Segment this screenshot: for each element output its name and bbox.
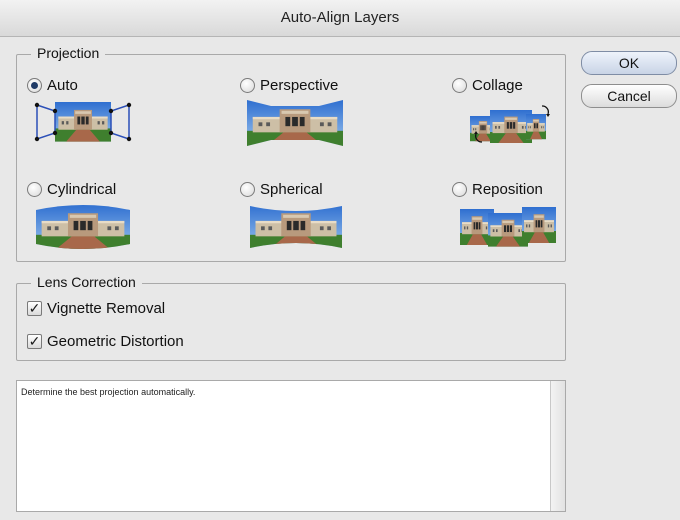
spherical-preview-thumbnail: [250, 206, 342, 248]
projection-option-spherical[interactable]: Spherical: [240, 181, 323, 198]
reposition-preview-thumbnail: [460, 207, 556, 247]
perspective-radio[interactable]: [240, 78, 255, 93]
perspective-preview-thumbnail: [247, 100, 343, 146]
projection-option-cylindrical[interactable]: Cylindrical: [27, 181, 116, 198]
description-box: Determine the best projection automatica…: [16, 380, 566, 512]
projection-option-perspective[interactable]: Perspective: [240, 77, 338, 94]
vignette-removal-checkbox[interactable]: ✓: [27, 301, 42, 316]
geometric-distortion-checkbox[interactable]: ✓: [27, 334, 42, 349]
projection-option-auto[interactable]: Auto: [27, 77, 78, 94]
perspective-label: Perspective: [260, 77, 339, 94]
description-text: Determine the best projection automatica…: [21, 387, 196, 397]
collage-label: Collage: [472, 77, 523, 94]
spherical-radio[interactable]: [240, 182, 255, 197]
reposition-radio[interactable]: [452, 182, 467, 197]
auto-preview-thumbnail: [34, 102, 132, 142]
spherical-label: Spherical: [260, 181, 323, 198]
projection-option-reposition[interactable]: Reposition: [452, 181, 543, 198]
projection-group-title: Projection: [31, 45, 106, 61]
geometric-distortion-option[interactable]: ✓ Geometric Distortion: [27, 333, 184, 350]
cylindrical-label: Cylindrical: [47, 181, 117, 198]
cylindrical-preview-thumbnail: [36, 205, 130, 249]
vignette-removal-label: Vignette Removal: [47, 300, 166, 317]
lens-correction-group-title: Lens Correction: [31, 274, 142, 290]
reposition-label: Reposition: [472, 181, 543, 198]
collage-preview-thumbnail: [470, 105, 550, 143]
geometric-distortion-label: Geometric Distortion: [47, 333, 184, 350]
dialog-title: Auto-Align Layers: [280, 9, 400, 26]
title-bar: Auto-Align Layers: [0, 0, 680, 37]
cancel-button[interactable]: Cancel: [581, 84, 677, 108]
auto-radio[interactable]: [27, 78, 42, 93]
collage-radio[interactable]: [452, 78, 467, 93]
ok-button[interactable]: OK: [581, 51, 677, 75]
description-scrollbar[interactable]: [550, 381, 565, 511]
auto-label: Auto: [47, 77, 78, 94]
vignette-removal-option[interactable]: ✓ Vignette Removal: [27, 300, 165, 317]
projection-option-collage[interactable]: Collage: [452, 77, 523, 94]
cylindrical-radio[interactable]: [27, 182, 42, 197]
